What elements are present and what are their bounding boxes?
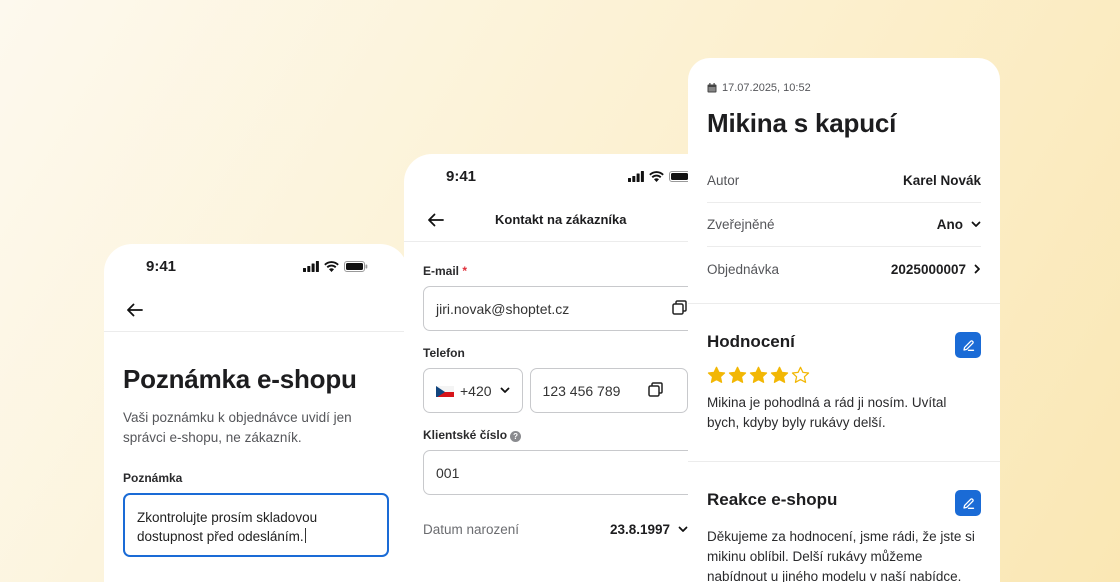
client-number-label-text: Klientské číslo [423,428,508,442]
reply-text: Děkujeme za hodnocení, jsme rádi, že jst… [707,529,975,582]
detail-list: Autor Karel Novák Zveřejněné Ano Objedná… [688,159,1000,291]
review-text: Mikina je pohodlná a rád ji nosím. Uvíta… [707,395,947,430]
published-label: Zveřejněné [707,217,775,232]
nav-bar: Kontakt na zákazníka [404,198,688,242]
rating-section: Hodnocení Mikina je pohodlná a rád ji no… [688,303,1000,461]
author-value: Karel Novák [902,173,981,188]
client-number-field[interactable]: 001 [423,450,688,495]
required-mark: * [462,264,468,278]
star-filled-icon [749,366,768,383]
back-arrow-icon [427,213,444,226]
status-icons [303,260,368,272]
email-field[interactable]: jiri.novak@shoptet.cz [423,286,688,331]
birth-date-value: 23.8.1997 [609,522,670,537]
calendar-icon [707,83,717,93]
status-time: 9:41 [446,167,477,185]
page-title: Poznámka e-shopu [123,364,357,394]
copy-icon [648,382,663,397]
back-button[interactable] [122,298,146,322]
back-arrow-icon [126,303,143,316]
status-time: 9:41 [146,257,177,275]
email-value: jiri.novak@shoptet.cz [436,300,570,317]
signal-icon [303,260,319,272]
wifi-icon [649,171,664,182]
note-label: Poznámka [123,471,183,485]
birth-date-label: Datum narození [423,522,520,537]
rating-title: Hodnocení [707,332,795,351]
page-description: Vaši poznámku k objednávce uvidí jen spr… [123,410,352,445]
reply-title: Reakce e-shopu [707,490,838,509]
detail-row-published[interactable]: Zveřejněné Ano [707,203,981,247]
order-value-wrap: 2025000007 [891,262,981,277]
contact-screen: 9:41 Kontakt na zákazníka E-mail * jiri.… [404,154,688,582]
nav-title: Kontakt na zákazníka [495,212,627,227]
czech-flag-icon [436,385,454,397]
text-caret [304,528,306,543]
detail-row-order[interactable]: Objednávka 2025000007 [707,247,981,291]
email-label-text: E-mail [423,264,460,278]
timestamp-text: 17.07.2025, 10:52 [722,82,811,94]
star-filled-icon [707,366,726,383]
battery-icon [344,260,368,272]
product-title: Mikina s kapucí [707,108,897,138]
star-empty-icon [791,366,810,383]
phone-row: +420 123 456 789 [423,368,688,413]
note-content: Poznámka e-shopu Vaši poznámku k objedná… [104,332,408,557]
client-number-label: Klientské číslo? [423,428,688,442]
edit-rating-button[interactable] [955,332,981,358]
review-detail-screen: 17.07.2025, 10:52 Mikina s kapucí Autor … [688,58,1000,582]
detail-row-author: Autor Karel Novák [707,159,981,203]
timestamp: 17.07.2025, 10:52 [707,82,981,94]
status-icons [628,171,688,182]
phone-value: 123 456 789 [542,382,621,399]
help-icon[interactable]: ? [510,431,522,442]
wifi-icon [324,260,339,272]
battery-icon [669,171,688,182]
signal-icon [628,171,644,182]
chevron-down-icon [500,387,509,393]
client-number-value: 001 [436,464,460,481]
star-rating [707,366,981,384]
star-filled-icon [770,366,789,383]
copy-phone-button[interactable] [648,382,663,400]
status-bar: 9:41 [404,154,688,198]
copy-icon [672,300,687,315]
copy-email-button[interactable] [672,300,687,318]
phone-label: Telefon [423,346,465,360]
chevron-down-icon [971,221,981,227]
note-textarea[interactable]: Zkontrolujte prosím skladovou dostupnost… [123,493,389,557]
contact-form: E-mail * jiri.novak@shoptet.cz Telefon +… [404,242,688,537]
chevron-down-icon [678,526,688,532]
published-value-wrap: Ano [937,217,981,232]
nav-bar [104,288,408,332]
reply-section: Reakce e-shopu Děkujeme za hodnocení, js… [688,461,1000,582]
status-bar: 9:41 [104,244,408,288]
review-header: 17.07.2025, 10:52 Mikina s kapucí [688,58,1000,139]
email-label: E-mail * [423,264,688,278]
star-filled-icon [728,366,747,383]
country-code-value: +420 [460,382,492,399]
author-label: Autor [707,173,740,188]
edit-icon [962,497,974,509]
note-text: Zkontrolujte prosím skladovou dostupnost… [137,510,318,544]
edit-icon [962,339,974,351]
published-value: Ano [936,217,963,232]
phone-field[interactable]: 123 456 789 [529,368,688,413]
country-code-select[interactable]: +420 [423,368,523,413]
birth-date-row[interactable]: Datum narození 23.8.1997 [423,522,688,537]
note-screen: 9:41 Poznámka e-shopu Vaši poznámku k ob… [104,244,408,582]
back-button[interactable] [423,208,447,232]
birth-date-value-wrap: 23.8.1997 [610,522,688,537]
order-label: Objednávka [707,261,780,277]
chevron-right-icon [974,264,980,274]
order-value: 2025000007 [890,261,966,277]
edit-reply-button[interactable] [955,490,981,516]
